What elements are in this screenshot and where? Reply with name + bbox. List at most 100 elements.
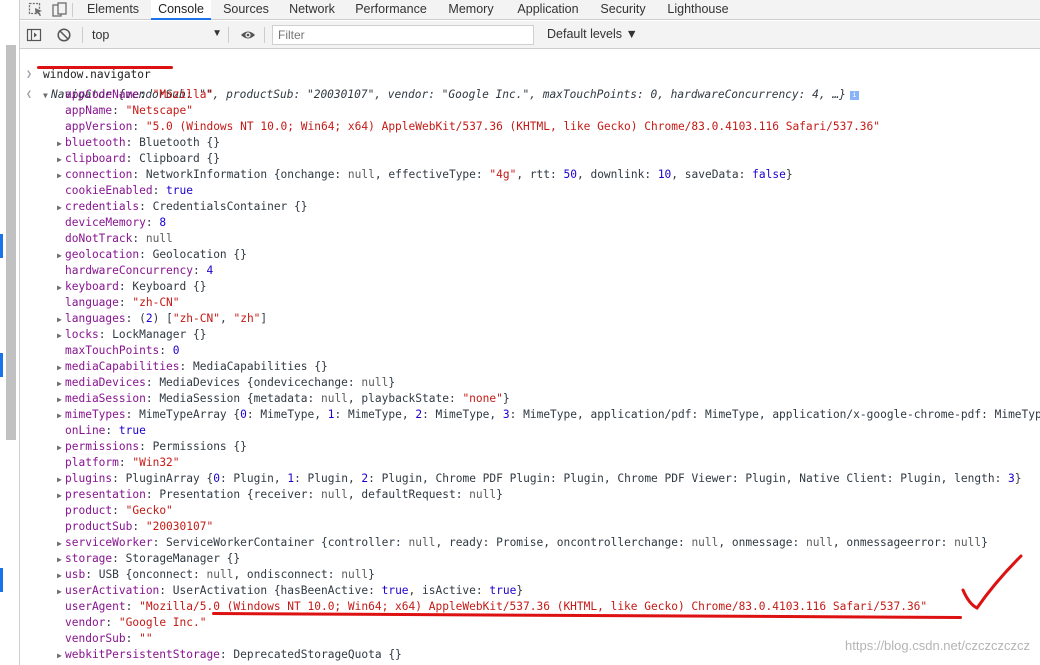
property-row[interactable]: ▶ plugins: PluginArray {0: Plugin, 1: Plu… bbox=[57, 471, 1022, 487]
expand-triangle-icon[interactable]: ▶ bbox=[57, 488, 65, 504]
property-row[interactable]: ▶ keyboard: Keyboard {} bbox=[57, 279, 206, 295]
property-colon: : bbox=[152, 536, 167, 549]
expand-triangle-icon[interactable]: ▶ bbox=[57, 136, 65, 152]
tab-elements[interactable]: Elements bbox=[78, 0, 148, 20]
context-selector[interactable]: top ▼ bbox=[92, 27, 222, 44]
tab-application[interactable]: Application bbox=[508, 0, 588, 20]
expand-triangle-icon[interactable]: ▶ bbox=[57, 392, 65, 408]
row-spacer bbox=[57, 296, 65, 312]
property-row[interactable]: ▶ connection: NetworkInformation {onchang… bbox=[57, 167, 793, 183]
expand-triangle-icon[interactable]: ▶ bbox=[57, 200, 65, 216]
property-colon: : bbox=[159, 344, 173, 357]
property-row: vendorSub: "" bbox=[57, 631, 153, 647]
property-value: LockManager {} bbox=[112, 328, 207, 341]
expand-triangle-icon[interactable]: ▶ bbox=[57, 584, 65, 600]
tab-sources[interactable]: Sources bbox=[216, 0, 276, 20]
property-key: appCodeName bbox=[65, 88, 140, 101]
property-key: connection bbox=[65, 168, 133, 181]
property-colon: : bbox=[125, 312, 140, 325]
property-key: mimeTypes bbox=[65, 408, 126, 421]
property-row[interactable]: ▶ mediaSession: MediaSession {metadata: n… bbox=[57, 391, 510, 407]
property-value: MimeTypeArray {0: MimeType, 1: MimeType,… bbox=[139, 408, 1040, 421]
property-row: appVersion: "5.0 (Windows NT 10.0; Win64… bbox=[57, 119, 880, 135]
clear-console-icon[interactable] bbox=[56, 27, 72, 43]
tab-performance[interactable]: Performance bbox=[348, 0, 434, 20]
property-value: Clipboard {} bbox=[139, 152, 220, 165]
property-value: MediaCapabilities {} bbox=[193, 360, 328, 373]
property-row[interactable]: ▶ languages: (2) ["zh-CN", "zh"] bbox=[57, 311, 267, 327]
property-row[interactable]: ▶ mimeTypes: MimeTypeArray {0: MimeType, … bbox=[57, 407, 1040, 423]
eye-icon[interactable] bbox=[240, 27, 256, 43]
result-summary-row[interactable]: ❮ ▼ Navigator {vendorSub: "", productSub: … bbox=[20, 71, 859, 101]
property-colon: : bbox=[179, 360, 193, 373]
property-colon: : bbox=[118, 280, 133, 293]
property-key: serviceWorker bbox=[65, 536, 153, 549]
property-row: language: "zh-CN" bbox=[57, 295, 180, 311]
expand-triangle-icon[interactable]: ▶ bbox=[57, 472, 65, 488]
sidebar-toggle-icon[interactable] bbox=[26, 27, 42, 43]
property-row[interactable]: ▶ webkitPersistentStorage: DeprecatedStor… bbox=[57, 647, 402, 663]
property-key: clipboard bbox=[65, 152, 126, 165]
expand-triangle-icon[interactable]: ▶ bbox=[57, 248, 65, 264]
tab-network[interactable]: Network bbox=[281, 0, 343, 20]
property-colon: : bbox=[85, 568, 99, 581]
property-value: "Gecko" bbox=[125, 504, 173, 517]
property-row[interactable]: ▶ mediaDevices: MediaDevices {ondevicecha… bbox=[57, 375, 395, 391]
expand-triangle-icon[interactable]: ▶ bbox=[57, 376, 65, 392]
expand-triangle-icon[interactable]: ▶ bbox=[57, 408, 65, 424]
property-key: vendorSub bbox=[65, 632, 126, 645]
property-key: storage bbox=[65, 552, 113, 565]
property-row[interactable]: ▶ storage: StorageManager {} bbox=[57, 551, 240, 567]
tab-console[interactable]: Console bbox=[151, 0, 211, 20]
property-row[interactable]: ▶ permissions: Permissions {} bbox=[57, 439, 247, 455]
expand-triangle-icon[interactable]: ▶ bbox=[57, 648, 65, 664]
property-colon: : bbox=[139, 88, 153, 101]
expand-triangle-icon[interactable]: ▶ bbox=[57, 280, 65, 296]
property-key: onLine bbox=[65, 424, 106, 437]
expand-triangle-icon[interactable]: ▶ bbox=[57, 552, 65, 568]
property-value: "Mozilla/5.0 (Windows NT 10.0; Win64; x6… bbox=[139, 600, 928, 613]
tab-memory[interactable]: Memory bbox=[440, 0, 502, 20]
property-colon: : bbox=[159, 584, 173, 597]
expand-triangle-icon[interactable]: ▶ bbox=[57, 152, 65, 168]
property-value: Geolocation {} bbox=[152, 248, 247, 261]
property-row[interactable]: ▶ bluetooth: Bluetooth {} bbox=[57, 135, 220, 151]
filter-input[interactable] bbox=[272, 25, 534, 45]
property-row[interactable]: ▶ locks: LockManager {} bbox=[57, 327, 206, 343]
expand-triangle-icon[interactable]: ▶ bbox=[57, 440, 65, 456]
property-colon: : bbox=[125, 152, 140, 165]
device-toggle-icon[interactable] bbox=[52, 2, 68, 17]
expand-triangle-icon[interactable]: ▶ bbox=[57, 168, 65, 184]
tab-lighthouse[interactable]: Lighthouse bbox=[658, 0, 738, 20]
property-row[interactable]: ▶ serviceWorker: ServiceWorkerContainer {… bbox=[57, 535, 988, 551]
expand-triangle-icon[interactable]: ▶ bbox=[57, 536, 65, 552]
annotation-underline bbox=[37, 66, 173, 69]
inspect-icon[interactable] bbox=[28, 2, 44, 17]
property-row[interactable]: ▶ presentation: Presentation {receiver: n… bbox=[57, 487, 503, 503]
property-row[interactable]: ▶ geolocation: Geolocation {} bbox=[57, 247, 247, 263]
row-spacer bbox=[57, 632, 65, 648]
property-colon: : bbox=[192, 264, 207, 277]
expand-triangle-icon[interactable]: ▶ bbox=[57, 328, 65, 344]
property-key: bluetooth bbox=[65, 136, 126, 149]
property-key: locks bbox=[65, 328, 99, 341]
expand-triangle-icon[interactable]: ▶ bbox=[57, 568, 65, 584]
row-spacer bbox=[57, 88, 65, 104]
property-key: product bbox=[65, 504, 113, 517]
page-edge-marker bbox=[0, 568, 3, 592]
property-row[interactable]: ▶ mediaCapabilities: MediaCapabilities {} bbox=[57, 359, 328, 375]
property-row[interactable]: ▶ credentials: CredentialsContainer {} bbox=[57, 199, 308, 215]
property-row[interactable]: ▶ clipboard: Clipboard {} bbox=[57, 151, 220, 167]
toolbar-divider bbox=[264, 27, 265, 43]
expand-triangle-icon[interactable]: ▶ bbox=[57, 360, 65, 376]
log-levels-dropdown[interactable]: Default levels ▼ bbox=[547, 27, 638, 41]
property-row[interactable]: ▶ userActivation: UserActivation {hasBeen… bbox=[57, 583, 523, 599]
expand-triangle-icon[interactable]: ▶ bbox=[57, 312, 65, 328]
collapse-triangle-icon[interactable]: ▼ bbox=[43, 88, 51, 104]
tab-security[interactable]: Security bbox=[592, 0, 654, 20]
row-spacer bbox=[57, 104, 65, 120]
console-toolbar: top ▼ Default levels ▼ bbox=[20, 21, 1040, 49]
property-value: MediaSession {metadata: null, playbackSt… bbox=[159, 392, 510, 405]
property-row[interactable]: ▶ usb: USB {onconnect: null, ondisconnect… bbox=[57, 567, 375, 583]
page-scrollbar-thumb[interactable] bbox=[6, 45, 16, 440]
